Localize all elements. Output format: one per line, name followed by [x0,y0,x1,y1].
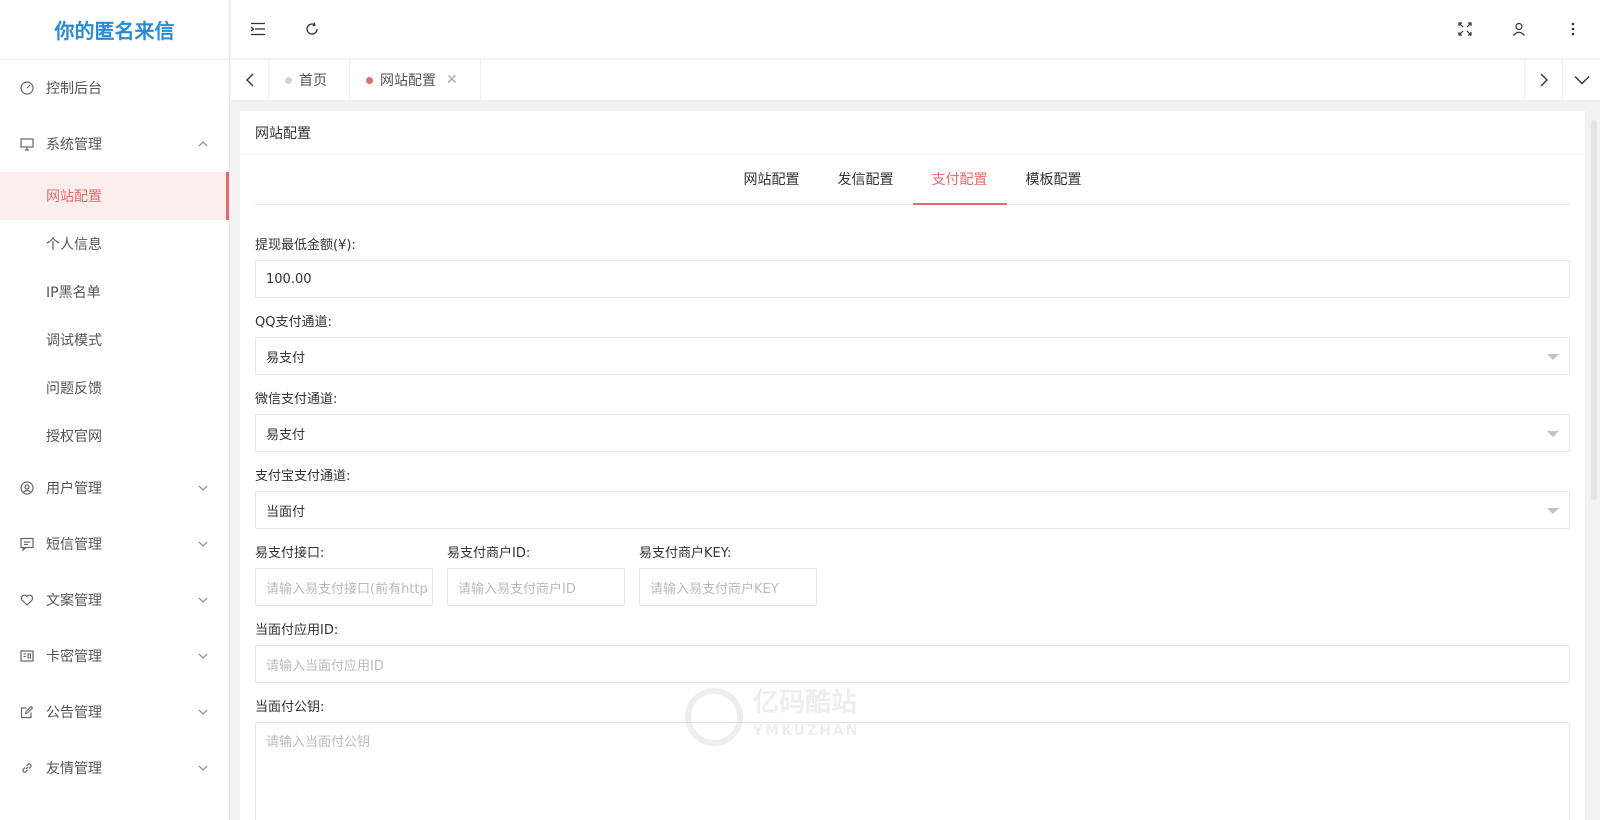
sidebar-subitem-site-config[interactable]: 网站配置 [0,172,229,220]
tabs-scroll-left-icon[interactable] [231,60,269,100]
edit-icon [20,705,34,719]
config-card: 网站配置 网站配置 发信配置 支付配置 模板配置 提现最低金额(¥): 100.… [240,111,1585,820]
qq-channel-label: QQ支付通道: [255,315,332,330]
page-tab-label: 网站配置 [380,73,436,89]
min-withdraw-input[interactable]: 100.00 [255,260,1570,298]
sidebar-subitem-profile[interactable]: 个人信息 [0,220,229,268]
alipay-channel-select[interactable]: 当面付 [255,491,1570,529]
alipay-channel-value: 当面付 [266,504,306,520]
chevron-down-icon [197,538,209,550]
page-tab-home[interactable]: 首页 [269,60,350,100]
sidebar-item-friend-links[interactable]: 友情管理 [0,740,229,796]
sidebar-item-label: 短信管理 [46,537,102,553]
chevron-down-icon [197,594,209,606]
tab-site-config[interactable]: 网站配置 [725,154,819,204]
heart-icon [20,593,34,607]
wechat-channel-label: 微信支付通道: [255,392,338,407]
chevron-down-icon [197,706,209,718]
f2f-public-key-textarea[interactable]: 请输入当面付公钥 [255,722,1570,820]
sidebar-item-label: 文案管理 [46,593,102,609]
message-icon [20,537,34,551]
payment-form: 提现最低金额(¥): 100.00 QQ支付通道: 易支付 微信支付通道: 易支… [240,238,1585,820]
sidebar-item-sms[interactable]: 短信管理 [0,516,229,572]
sidebar-subitem-ip-blacklist[interactable]: IP黑名单 [0,268,229,316]
wechat-channel-select[interactable]: 易支付 [255,414,1570,452]
chevron-down-icon [197,762,209,774]
close-icon[interactable]: ✕ [446,72,458,88]
wechat-channel-value: 易支付 [266,427,306,443]
menu-toggle-icon[interactable] [231,0,285,59]
epay-merchant-key-label: 易支付商户KEY: [639,546,732,561]
qq-channel-value: 易支付 [266,350,306,366]
page-tab-label: 首页 [299,73,327,89]
epay-merchant-id-input[interactable]: 请输入易支付商户ID [447,568,625,606]
caret-down-icon [1547,508,1559,514]
refresh-icon[interactable] [285,0,339,59]
sidebar-item-label: 友情管理 [46,761,102,777]
sidebar-item-label: 控制后台 [46,81,102,97]
epay-merchant-id-label: 易支付商户ID: [447,546,531,561]
epay-row: 易支付接口: 请输入易支付接口(前有http 易支付商户ID: 请输入易支付商户… [255,529,1570,606]
chevron-down-icon [197,482,209,494]
more-vertical-icon[interactable] [1546,0,1600,59]
sidebar: 你的匿名来信 控制后台 系统管理 网站配置 个人信息 IP黑名单 调试模式 问题… [0,0,230,820]
page-scrollbar[interactable] [1591,120,1597,500]
sidebar-item-announcements[interactable]: 公告管理 [0,684,229,740]
qq-channel-select[interactable]: 易支付 [255,337,1570,375]
f2f-app-id-input[interactable]: 请输入当面付应用ID [255,645,1570,683]
epay-api-input[interactable]: 请输入易支付接口(前有http [255,568,433,606]
alipay-channel-label: 支付宝支付通道: [255,469,351,484]
app-logo: 你的匿名来信 [0,0,229,60]
top-header [231,0,1600,59]
sidebar-subitem-feedback[interactable]: 问题反馈 [0,364,229,412]
f2f-public-key-label: 当面付公钥: [255,700,325,715]
epay-merchant-key-input[interactable]: 请输入易支付商户KEY [639,568,817,606]
tabs-scroll-right-icon[interactable] [1524,60,1562,100]
user-circle-icon [20,481,34,495]
sidebar-item-copywriting[interactable]: 文案管理 [0,572,229,628]
card-icon [20,649,34,663]
sidebar-item-label: 卡密管理 [46,649,102,665]
min-withdraw-label: 提现最低金额(¥): [255,238,356,253]
page-tab-site-config[interactable]: 网站配置 ✕ [350,60,481,100]
sidebar-item-users[interactable]: 用户管理 [0,460,229,516]
tab-payment-config[interactable]: 支付配置 [912,154,1007,205]
link-icon [20,761,34,775]
dashboard-icon [20,81,34,95]
caret-down-icon [1547,431,1559,437]
tab-dot-icon [285,77,292,84]
tab-dot-icon [366,77,373,84]
monitor-icon [20,137,34,151]
tab-template-config[interactable]: 模板配置 [1007,154,1101,204]
sidebar-subitem-debug[interactable]: 调试模式 [0,316,229,364]
tabs-dropdown-icon[interactable] [1562,60,1600,100]
chevron-up-icon [197,138,209,150]
page-tabs-bar: 首页 网站配置 ✕ [231,60,1600,101]
sidebar-subitem-official-site[interactable]: 授权官网 [0,412,229,460]
f2f-app-id-label: 当面付应用ID: [255,623,339,638]
sidebar-item-cards[interactable]: 卡密管理 [0,628,229,684]
sidebar-item-label: 用户管理 [46,481,102,497]
sidebar-item-system[interactable]: 系统管理 [0,116,229,172]
fullscreen-icon[interactable] [1438,0,1492,59]
sidebar-item-dashboard[interactable]: 控制后台 [0,60,229,116]
chevron-down-icon [197,650,209,662]
sidebar-item-label: 公告管理 [46,705,102,721]
epay-api-label: 易支付接口: [255,546,325,561]
caret-down-icon [1547,354,1559,360]
user-icon[interactable] [1492,0,1546,59]
card-title: 网站配置 [240,111,1585,155]
tab-sending-config[interactable]: 发信配置 [819,154,913,204]
sidebar-item-label: 系统管理 [46,137,102,153]
config-tabs: 网站配置 发信配置 支付配置 模板配置 [255,155,1570,205]
